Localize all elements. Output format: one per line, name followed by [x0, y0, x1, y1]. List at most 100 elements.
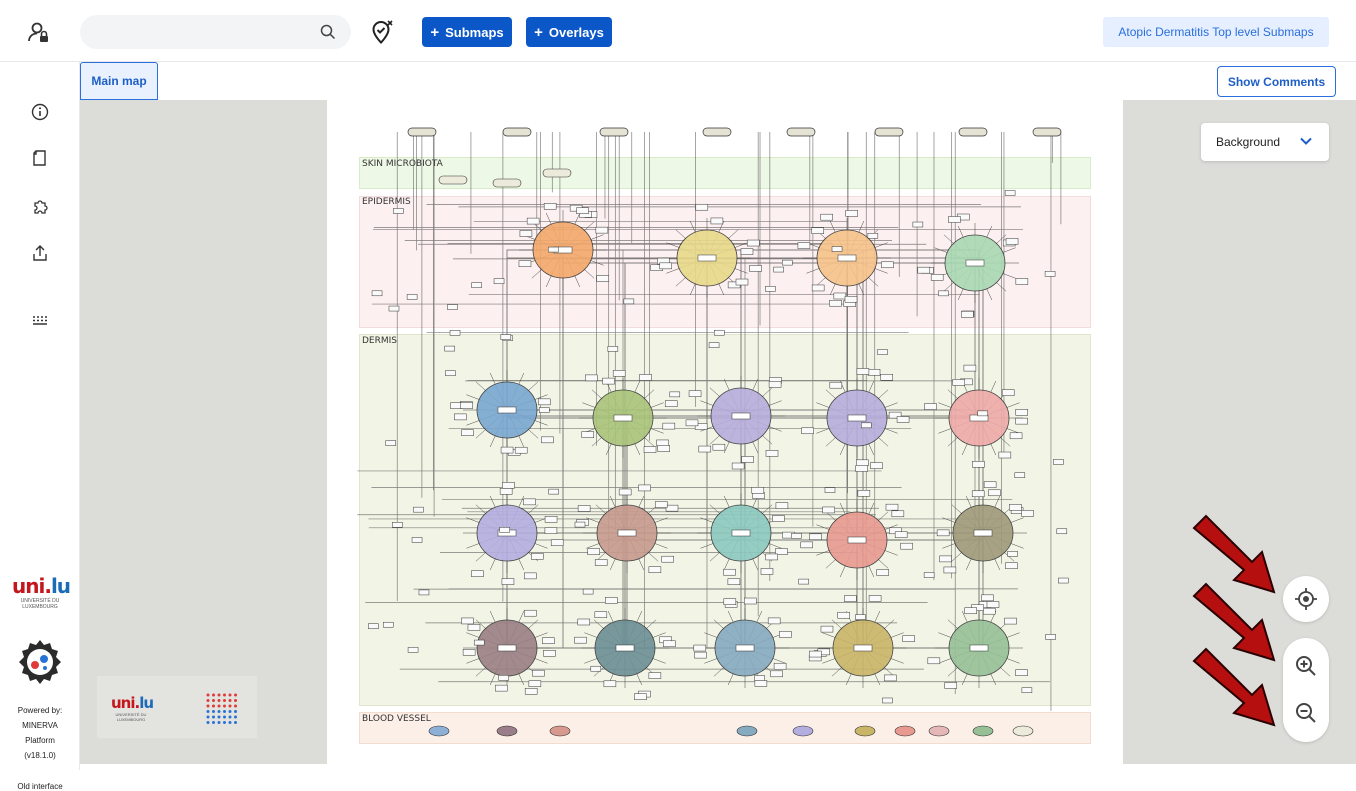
- species-node: [471, 282, 482, 288]
- blood-cell: [549, 725, 571, 737]
- plugins-icon[interactable]: [30, 196, 50, 216]
- species-node: [447, 304, 458, 310]
- protein-node: [983, 607, 996, 615]
- protein-node: [544, 527, 558, 534]
- blood-cell: [736, 725, 758, 737]
- tab-main-map[interactable]: Main map: [80, 62, 158, 100]
- species-node: [582, 588, 594, 595]
- protein-node: [519, 230, 533, 237]
- species-node: [492, 178, 522, 188]
- species-node: [385, 440, 397, 446]
- protein-node: [661, 555, 674, 563]
- protein-node: [884, 674, 897, 682]
- lcsb-dot: [223, 715, 226, 719]
- species-node: [831, 246, 843, 252]
- open-submap-tab[interactable]: Atopic Dermatitis Top level Submaps: [1103, 17, 1329, 47]
- export-icon[interactable]: [30, 243, 50, 263]
- lcsb-dot: [228, 704, 232, 708]
- species-node: [912, 221, 924, 228]
- zoom-in-icon[interactable]: [1294, 654, 1318, 678]
- protein-node: [885, 503, 899, 511]
- protein-node: [902, 635, 915, 642]
- protein-node: [779, 631, 792, 638]
- protein-node: [648, 566, 662, 574]
- lcsb-dot: [217, 710, 221, 713]
- protein-node: [523, 498, 536, 506]
- blood-cell: [792, 725, 814, 737]
- legend-icon[interactable]: [30, 310, 50, 330]
- protein-node: [695, 203, 709, 211]
- protein-node: [461, 617, 474, 625]
- network-diagram[interactable]: [327, 100, 1123, 764]
- protein-node: [712, 443, 726, 451]
- center-map-button[interactable]: [1283, 576, 1329, 622]
- search-input[interactable]: [80, 15, 351, 49]
- protein-node: [1009, 432, 1023, 440]
- protein-node: [829, 299, 842, 307]
- protein-node: [688, 390, 702, 397]
- protein-node: [845, 210, 858, 217]
- protein-node: [822, 506, 835, 514]
- protein-node: [767, 617, 781, 625]
- protein-node: [948, 216, 961, 223]
- protein-node: [775, 548, 788, 555]
- protein-node: [855, 465, 868, 472]
- species-node: [371, 290, 383, 297]
- background-select-value: Background: [1216, 135, 1281, 149]
- lcsb-dot: [206, 693, 210, 697]
- protein-node: [643, 446, 657, 453]
- species-node: [1056, 528, 1068, 535]
- species-node: [977, 410, 988, 417]
- protein-node: [775, 502, 789, 509]
- protein-node: [1004, 617, 1017, 625]
- powered-line: MINERVA: [22, 721, 58, 730]
- protein-node: [801, 427, 814, 435]
- species-node: [938, 290, 949, 297]
- protein-node: [927, 657, 941, 665]
- protein-node: [844, 296, 858, 303]
- zoom-out-icon[interactable]: [1294, 701, 1318, 725]
- lcsb-dot: [217, 699, 221, 702]
- chevron-down-icon: [1300, 137, 1312, 145]
- protein-node: [837, 611, 850, 619]
- protein-node: [657, 445, 670, 452]
- protein-node: [577, 618, 591, 626]
- powered-by: Powered by: MINERVA Platform (v18.1.0): [0, 703, 80, 763]
- background-select[interactable]: Background: [1201, 123, 1329, 161]
- species-node: [877, 349, 888, 355]
- species-node: [368, 623, 379, 629]
- user-lock-icon[interactable]: [27, 20, 51, 44]
- map-footer-logos: uni.lu UNIVERSITÉ DU LUXEMBOURG: [97, 676, 257, 738]
- show-comments-button[interactable]: Show Comments: [1217, 66, 1336, 97]
- protein-node: [1005, 238, 1019, 245]
- protein-node: [811, 284, 825, 292]
- species-node: [923, 572, 935, 578]
- old-interface-link[interactable]: Old interface: [0, 782, 80, 791]
- info-icon[interactable]: [30, 102, 50, 122]
- submaps-button[interactable]: + Submaps: [422, 17, 512, 47]
- protein-node: [972, 461, 985, 468]
- protein-node: [462, 649, 476, 656]
- protein-node: [760, 568, 774, 575]
- cell-core-node: [613, 414, 633, 422]
- clear-pins-icon[interactable]: [370, 19, 394, 45]
- overlays-button[interactable]: + Overlays: [526, 17, 612, 47]
- lcsb-dot: [228, 693, 232, 697]
- protein-node: [952, 379, 966, 386]
- protein-node: [528, 680, 542, 688]
- blood-cell: [496, 725, 518, 737]
- species-node: [798, 578, 809, 585]
- protein-node: [654, 501, 668, 508]
- search-icon[interactable]: [320, 24, 336, 40]
- species-node: [791, 533, 802, 539]
- protein-node: [543, 203, 557, 210]
- species-node: [708, 342, 720, 348]
- lcsb-dot: [223, 704, 226, 708]
- protein-node: [881, 261, 894, 269]
- lcsb-dot: [212, 693, 215, 697]
- blood-cell: [894, 725, 916, 737]
- species-node: [548, 246, 559, 253]
- protein-node: [983, 481, 997, 488]
- files-icon[interactable]: [30, 148, 50, 168]
- lcsb-dot: [223, 699, 226, 702]
